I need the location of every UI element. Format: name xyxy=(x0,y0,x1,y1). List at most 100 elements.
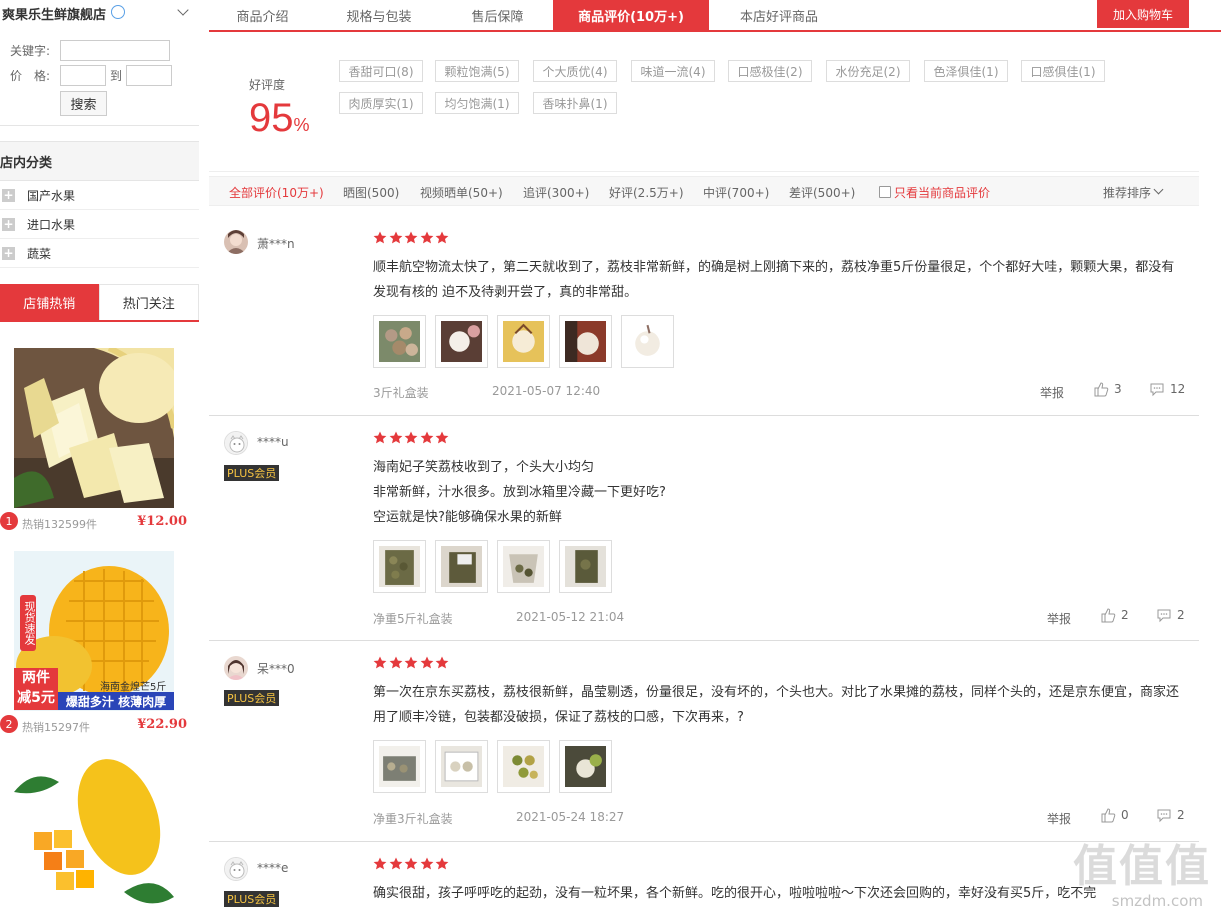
tab-shop-bestsellers[interactable]: 店铺热销 xyxy=(0,284,99,320)
sort-dropdown[interactable]: 推荐排序 xyxy=(1103,177,1164,207)
review-tag[interactable]: 香甜可口(8) xyxy=(339,60,423,82)
category-label[interactable]: 国产水果 xyxy=(27,187,75,204)
filter-photos[interactable]: 晒图(500) xyxy=(343,177,399,207)
product-tabs: 商品介绍 规格与包装 售后保障 商品评价(10万+) 本店好评商品 加入购物车 xyxy=(209,0,1221,32)
sort-label[interactable]: 推荐排序 xyxy=(1103,184,1151,201)
star-rating xyxy=(373,857,451,871)
review-tag[interactable]: 个大质优(4) xyxy=(533,60,617,82)
review-photos xyxy=(373,540,621,593)
like-count: 2 xyxy=(1121,608,1129,622)
tab-product-intro[interactable]: 商品介绍 xyxy=(209,0,316,30)
filter-all[interactable]: 全部评价(10万+) xyxy=(229,177,324,207)
filter-followup[interactable]: 追评(300+) xyxy=(523,177,589,207)
filter-videos[interactable]: 视频晒单(50+) xyxy=(420,177,503,207)
expand-icon[interactable]: + xyxy=(2,217,15,231)
username: 呆***0 xyxy=(257,662,295,676)
hot-item[interactable]: 1 热销132599件 ¥12.00 xyxy=(0,348,199,532)
tab-reviews[interactable]: 商品评价(10万+) xyxy=(553,0,709,30)
review-photo[interactable] xyxy=(373,740,426,793)
keyword-label: 关键字: xyxy=(10,44,51,58)
review-photo[interactable] xyxy=(497,540,550,593)
product-image-mango-cut[interactable] xyxy=(14,752,174,912)
review-line: 非常新鲜，汁水很多。放到冰箱里冷藏一下更好吃? xyxy=(373,485,666,500)
product-main: 商品介绍 规格与包装 售后保障 商品评价(10万+) 本店好评商品 加入购物车 … xyxy=(209,0,1221,912)
rating-number: 95 xyxy=(249,96,294,140)
filter-neutral[interactable]: 中评(700+) xyxy=(703,177,769,207)
review-photo[interactable] xyxy=(559,540,612,593)
review-tag[interactable]: 颗粒饱满(5) xyxy=(435,60,519,82)
avatar[interactable] xyxy=(224,431,248,455)
reply-button[interactable]: 2 xyxy=(1156,807,1185,823)
tab-spec-packaging[interactable]: 规格与包装 xyxy=(316,0,442,30)
thumbs-up-icon[interactable] xyxy=(1100,807,1116,823)
filter-negative[interactable]: 差评(500+) xyxy=(789,177,855,207)
like-button[interactable]: 0 xyxy=(1100,807,1129,823)
thumbs-up-icon[interactable] xyxy=(1100,607,1116,623)
chevron-down-icon[interactable] xyxy=(177,4,189,16)
hot-item[interactable]: 现货速发 两件 减5元 海南金煌芒5斤 爆甜多汁 核薄肉厚 2 热销15297件… xyxy=(0,551,199,735)
review-photo[interactable] xyxy=(373,315,426,368)
report-link[interactable]: 举报 xyxy=(1040,384,1064,401)
comment-icon[interactable] xyxy=(1149,381,1165,397)
shop-verified-icon xyxy=(111,5,126,19)
expand-icon[interactable]: + xyxy=(2,246,15,260)
review-item: 萧***n 顺丰航空物流太快了，第二天就收到了，荔枝非常新鲜，的确是树上刚摘下来… xyxy=(209,215,1199,416)
category-item[interactable]: + 进口水果 xyxy=(0,210,199,239)
category-item[interactable]: + 国产水果 xyxy=(0,181,199,210)
review-photo[interactable] xyxy=(621,315,674,368)
checkbox[interactable] xyxy=(879,186,891,198)
search-button[interactable]: 搜索 xyxy=(60,91,107,116)
review-photo[interactable] xyxy=(559,740,612,793)
keyword-input[interactable] xyxy=(60,40,170,61)
category-item[interactable]: + 蔬菜 xyxy=(0,239,199,268)
tab-shop-top-rated[interactable]: 本店好评商品 xyxy=(709,0,849,30)
like-button[interactable]: 2 xyxy=(1100,607,1129,623)
review-tag[interactable]: 香味扑鼻(1) xyxy=(533,92,617,114)
like-button[interactable]: 3 xyxy=(1093,381,1122,397)
price-from-input[interactable] xyxy=(60,65,106,86)
review-tag[interactable]: 口感俱佳(1) xyxy=(1021,60,1105,82)
review-tag[interactable]: 色泽俱佳(1) xyxy=(924,60,1008,82)
review-photo[interactable] xyxy=(373,540,426,593)
avatar[interactable] xyxy=(224,230,248,254)
review-photo[interactable] xyxy=(497,740,550,793)
review-tag[interactable]: 肉质厚实(1) xyxy=(339,92,423,114)
hot-item[interactable] xyxy=(0,752,199,912)
only-current-label[interactable]: 只看当前商品评价 xyxy=(894,184,990,201)
review-photo[interactable] xyxy=(497,315,550,368)
product-image-melon[interactable] xyxy=(14,348,174,508)
category-label[interactable]: 进口水果 xyxy=(27,216,75,233)
price-to-input[interactable] xyxy=(126,65,173,86)
only-current-toggle[interactable]: 只看当前商品评价 xyxy=(879,177,990,207)
report-link[interactable]: 举报 xyxy=(1047,610,1071,627)
reply-button[interactable]: 2 xyxy=(1156,607,1185,623)
review-tag[interactable]: 口感极佳(2) xyxy=(728,60,812,82)
shop-header: 爽果乐生鲜旗舰店 xyxy=(0,0,199,26)
comment-icon[interactable] xyxy=(1156,807,1172,823)
expand-icon[interactable]: + xyxy=(2,188,15,202)
reply-button[interactable]: 12 xyxy=(1149,381,1185,397)
avatar[interactable] xyxy=(224,857,248,881)
tab-popular[interactable]: 热门关注 xyxy=(98,284,199,320)
category-label[interactable]: 蔬菜 xyxy=(27,245,51,262)
add-to-cart-button[interactable]: 加入购物车 xyxy=(1097,0,1189,28)
tab-after-sales[interactable]: 售后保障 xyxy=(442,0,553,30)
review-photo[interactable] xyxy=(435,315,488,368)
avatar[interactable] xyxy=(224,656,248,680)
review-photo[interactable] xyxy=(435,740,488,793)
filter-positive[interactable]: 好评(2.5万+) xyxy=(609,177,684,207)
review-photo[interactable] xyxy=(435,540,488,593)
comment-icon[interactable] xyxy=(1156,607,1172,623)
report-link[interactable]: 举报 xyxy=(1047,810,1071,827)
thumbs-up-icon[interactable] xyxy=(1093,381,1109,397)
star-icon xyxy=(435,857,449,870)
hot-tabs: 店铺热销 热门关注 xyxy=(0,284,199,322)
product-price[interactable]: ¥22.90 xyxy=(137,717,187,732)
shop-name[interactable]: 爽果乐生鲜旗舰店 xyxy=(2,4,106,23)
review-tag[interactable]: 水份充足(2) xyxy=(826,60,910,82)
review-tag[interactable]: 均匀饱满(1) xyxy=(435,92,519,114)
product-price[interactable]: ¥12.00 xyxy=(137,514,187,529)
review-tag[interactable]: 味道一流(4) xyxy=(631,60,715,82)
chevron-down-icon[interactable] xyxy=(1153,184,1164,194)
review-photo[interactable] xyxy=(559,315,612,368)
